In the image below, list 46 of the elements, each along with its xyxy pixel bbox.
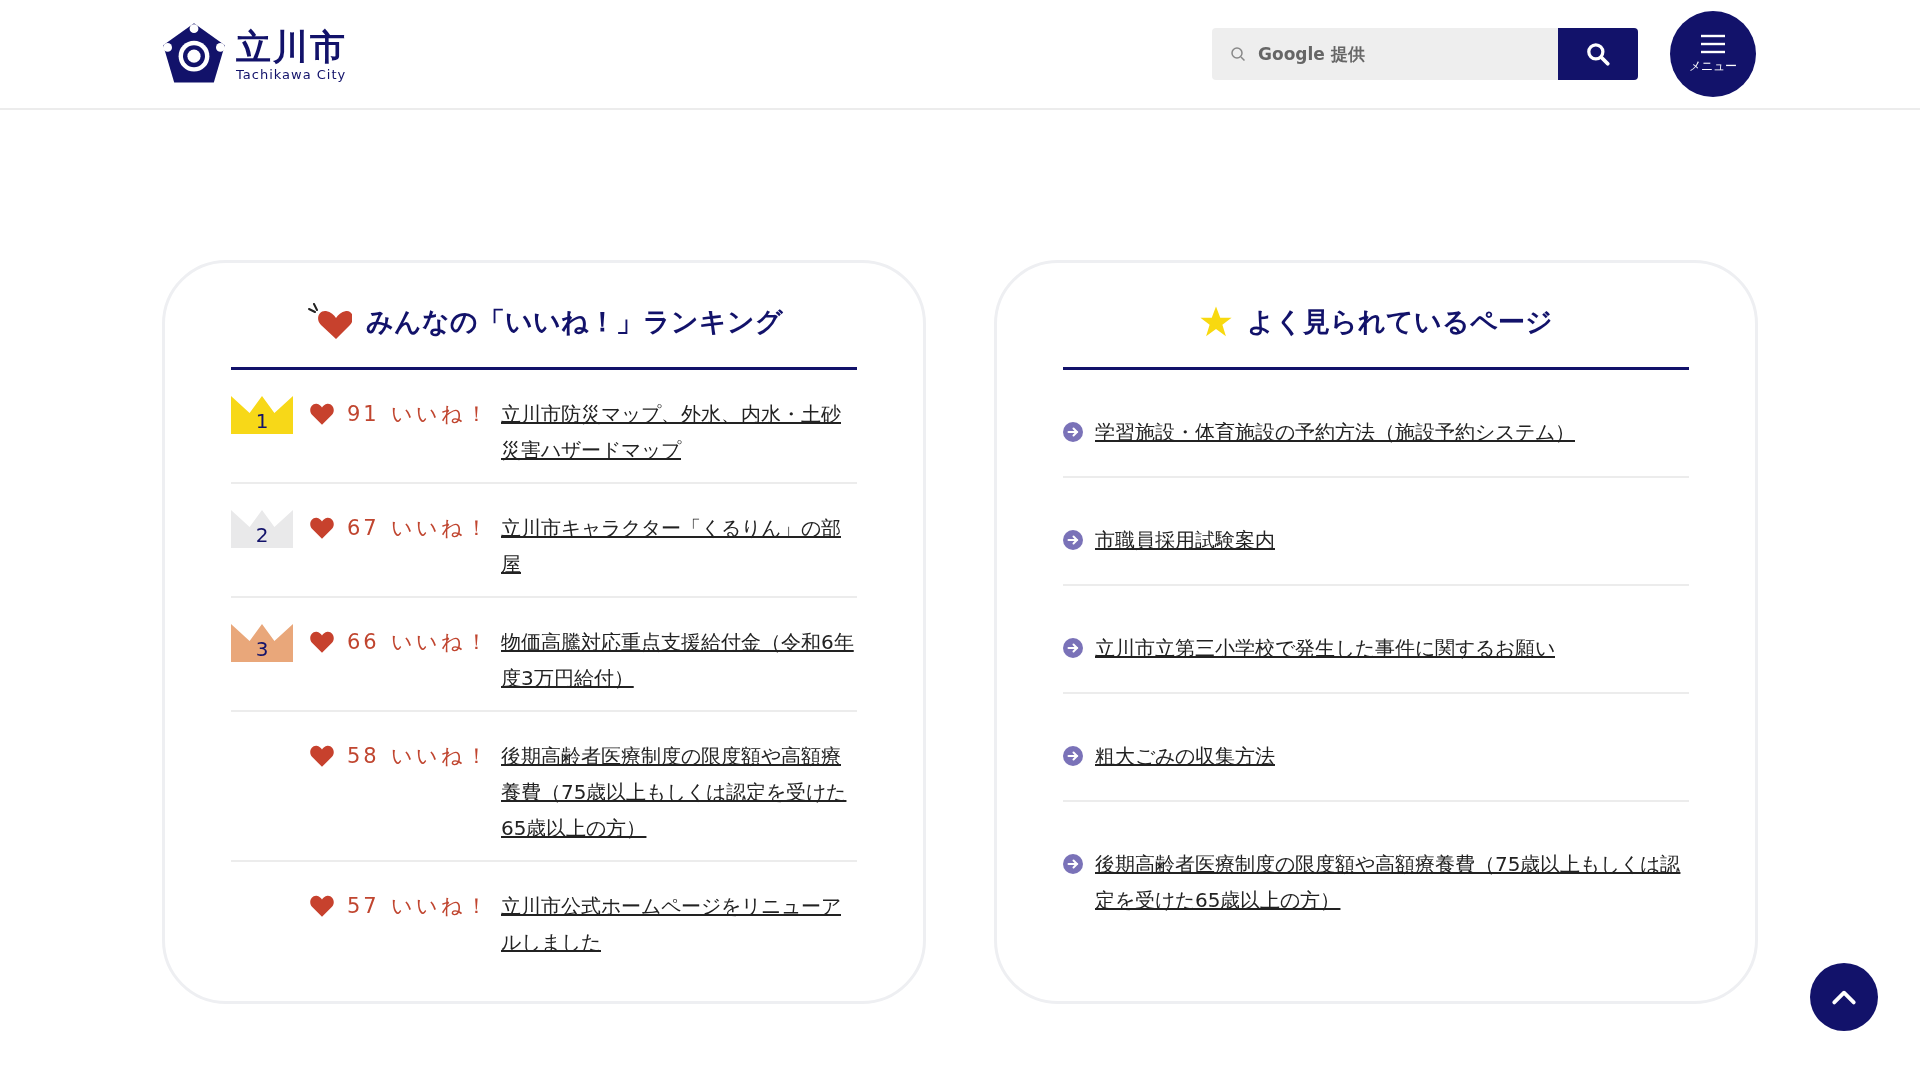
section-title: よく見られているページ xyxy=(1247,305,1553,339)
page-link[interactable]: 学習施設・体育施設の予約方法（施設予約システム） xyxy=(1095,414,1689,450)
heart-icon xyxy=(309,894,335,918)
star-icon xyxy=(1199,305,1233,339)
arrow-circle-icon xyxy=(1063,422,1083,442)
like-label: いいね！ xyxy=(391,743,491,770)
like-label: いいね！ xyxy=(391,893,491,920)
logo-subtitle: Tachikawa City xyxy=(236,66,347,82)
page-link[interactable]: 立川市公式ホームページをリニューアルしました xyxy=(501,888,857,960)
page-link[interactable]: 粗大ごみの収集方法 xyxy=(1095,738,1689,774)
logo-title: 立川市 xyxy=(236,26,347,67)
like-count: 66 xyxy=(347,629,381,656)
arrow-circle-icon xyxy=(1063,530,1083,550)
like-label: いいね！ xyxy=(391,401,491,428)
page-link[interactable]: 後期高齢者医療制度の限度額や高額療養費（75歳以上もしくは認定を受けた65歳以上の方） xyxy=(501,738,857,846)
page-link[interactable]: 後期高齢者医療制度の限度額や高額療養費（75歳以上もしくは認定を受けた65歳以上の方） xyxy=(1095,846,1689,918)
page-link[interactable]: 物価高騰対応重点支援給付金（令和6年度3万円給付） xyxy=(501,624,857,696)
crown-badge: 2 xyxy=(231,510,293,548)
chevron-up-icon xyxy=(1831,988,1857,1006)
heart-icon xyxy=(309,630,335,654)
page-link[interactable]: 立川市防災マップ、外水、内水・土砂災害ハザードマップ xyxy=(501,396,857,468)
heart-icon xyxy=(309,402,335,426)
arrow-circle-icon xyxy=(1063,746,1083,766)
heart-icon xyxy=(309,744,335,768)
like-count: 67 xyxy=(347,515,381,542)
page-link[interactable]: 立川市キャラクター「くるりん」の部屋 xyxy=(501,510,857,582)
crown-badge: 3 xyxy=(231,624,293,662)
like-label: いいね！ xyxy=(391,515,491,542)
like-count: 57 xyxy=(347,893,381,920)
search-button[interactable] xyxy=(1558,28,1638,80)
like-count: 91 xyxy=(347,401,381,428)
heart-icon xyxy=(305,303,352,341)
search-icon xyxy=(1230,46,1246,62)
like-count: 58 xyxy=(347,743,381,770)
menu-button[interactable]: メニュー xyxy=(1670,11,1756,97)
menu-icon xyxy=(1700,33,1726,54)
page-link[interactable]: 市職員採用試験案内 xyxy=(1095,522,1689,558)
search-icon xyxy=(1585,41,1611,67)
crown-badge: 1 xyxy=(231,396,293,434)
page-link[interactable]: 立川市立第三小学校で発生した事件に関するお願い xyxy=(1095,630,1689,666)
arrow-circle-icon xyxy=(1063,638,1083,658)
search-field[interactable]: Google 提供 xyxy=(1212,28,1558,80)
section-title: みんなの「いいね！」ランキング xyxy=(365,305,783,339)
arrow-circle-icon xyxy=(1063,854,1083,874)
heart-icon xyxy=(309,516,335,540)
like-label: いいね！ xyxy=(391,629,491,656)
